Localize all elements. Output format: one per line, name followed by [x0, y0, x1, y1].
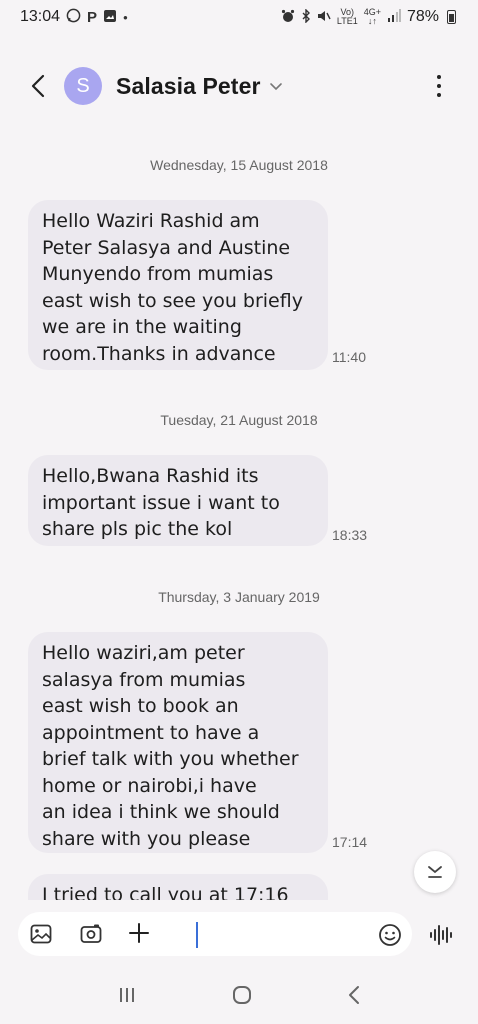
- emoji-icon: [379, 924, 401, 946]
- home-icon: [233, 985, 251, 1004]
- camera-icon: [80, 924, 102, 943]
- battery-icon: [447, 10, 456, 24]
- dot-icon: •: [123, 9, 128, 25]
- nav-back-button[interactable]: [347, 985, 361, 1010]
- emoji-button[interactable]: [378, 923, 402, 947]
- message-line: Munyendo from mumias: [42, 263, 274, 285]
- alarm-icon: [281, 9, 295, 26]
- message-line: Hello waziri,am peter: [42, 642, 245, 664]
- message-line: east wish to see you briefly: [42, 289, 303, 312]
- status-right: Vo) LTE1 4G+ ↓↑ 78%: [281, 8, 456, 26]
- date-separator: Wednesday, 15 August 2018: [150, 157, 328, 173]
- chevron-down-icon[interactable]: [269, 79, 283, 97]
- composer-bar: [0, 900, 478, 970]
- message-time: 11:40: [332, 349, 366, 365]
- recent-apps-button[interactable]: [117, 986, 137, 1009]
- bluetooth-icon: [301, 7, 311, 26]
- back-button[interactable]: [18, 66, 58, 106]
- volte-indicator: Vo) LTE1: [337, 8, 358, 26]
- recent-apps-icon: [120, 987, 134, 1002]
- date-separator: Tuesday, 21 August 2018: [160, 412, 318, 428]
- network-type-bottom: ↓↑: [367, 16, 377, 26]
- message-line: salasya from mumias: [42, 668, 246, 691]
- nav-back-icon: [349, 985, 359, 1004]
- status-left: 13:04 P •: [20, 8, 128, 26]
- attach-button[interactable]: [128, 922, 150, 944]
- message-time: 18:33: [332, 527, 368, 543]
- whatsapp-icon: [66, 8, 81, 26]
- message-line: Hello Waziri Rashid am: [42, 210, 260, 232]
- message-line: appointment to have a: [42, 721, 260, 744]
- voice-button[interactable]: [428, 924, 454, 946]
- message-line: share with you please: [42, 827, 251, 850]
- network-type: 4G+ ↓↑: [364, 8, 381, 26]
- camera-button[interactable]: [80, 924, 102, 944]
- plus-icon: [129, 923, 149, 943]
- message-bubble[interactable]: Hello waziri,am peter salasya from mumia…: [28, 632, 328, 853]
- conversation-header: S Salasia Peter: [0, 56, 478, 116]
- message-line: important issue i want to: [42, 491, 280, 514]
- message-time: 17:14: [332, 834, 368, 850]
- battery-percent: 78%: [406, 8, 439, 25]
- system-nav-bar: [0, 970, 478, 1024]
- more-options-button[interactable]: [426, 72, 452, 100]
- scroll-down-icon: [428, 866, 442, 878]
- image-icon: [30, 924, 52, 944]
- more-dot-icon: [437, 93, 441, 97]
- scroll-to-bottom-button[interactable]: [414, 851, 456, 893]
- message-line: Hello,Bwana Rashid its: [42, 465, 259, 487]
- signal-icon: [387, 9, 401, 25]
- message-line: room.Thanks in advance: [42, 342, 276, 365]
- avatar[interactable]: S: [64, 67, 102, 105]
- message-line: home or nairobi,i have: [42, 774, 257, 797]
- message-line: we are in the waiting: [42, 316, 242, 338]
- date-separator: Thursday, 3 January 2019: [158, 589, 320, 605]
- more-dot-icon: [437, 75, 441, 79]
- home-button[interactable]: [231, 984, 253, 1011]
- message-line: east wish to book an: [42, 695, 239, 717]
- chevron-left-icon: [31, 74, 45, 98]
- more-dot-icon: [437, 84, 441, 88]
- text-cursor: [196, 922, 198, 948]
- message-bubble[interactable]: Hello Waziri Rashid am Peter Salasya and…: [28, 200, 328, 370]
- message-input[interactable]: [18, 912, 412, 956]
- message-line: Peter Salasya and Austine: [42, 236, 291, 259]
- message-line: brief talk with you whether: [42, 748, 299, 770]
- mute-icon: [317, 9, 331, 26]
- gallery-button[interactable]: [30, 924, 52, 944]
- p-icon: P: [87, 8, 98, 26]
- volte-bottom: LTE1: [336, 16, 358, 26]
- status-bar: 13:04 P • Vo) LTE1 4G+ ↓↑ 78%: [0, 0, 478, 34]
- contact-name[interactable]: Salasia Peter: [116, 73, 261, 100]
- gallery-icon: [103, 9, 117, 26]
- message-bubble[interactable]: Hello,Bwana Rashid its important issue i…: [28, 455, 328, 546]
- voice-wave-icon: [430, 925, 452, 945]
- message-line: share pls pic the kol: [42, 518, 233, 540]
- message-line: an idea i think we should: [42, 801, 280, 823]
- status-time: 13:04: [20, 8, 61, 25]
